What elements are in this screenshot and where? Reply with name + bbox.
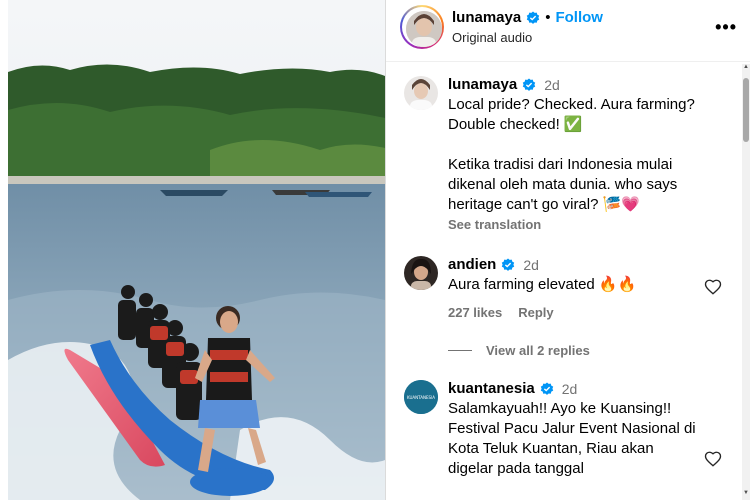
see-translation-link[interactable]: See translation	[448, 217, 698, 232]
post-media[interactable]	[0, 0, 385, 500]
scroll-down-icon[interactable]: ▼	[742, 490, 750, 496]
more-options-icon[interactable]: •••	[715, 17, 737, 38]
banana-boat-video-frame	[8, 0, 385, 500]
view-replies-label[interactable]: View all 2 replies	[486, 343, 590, 358]
scrollbar-thumb[interactable]	[743, 78, 749, 142]
caption-username[interactable]: lunamaya	[448, 76, 517, 93]
original-audio-link[interactable]: Original audio	[452, 30, 532, 45]
view-replies-link[interactable]: View all 2 replies	[448, 343, 590, 358]
kuantanesia-avatar[interactable]: KUANTANESIA	[404, 380, 438, 414]
scroll-up-icon[interactable]: ▲	[742, 64, 750, 70]
post-header: lunamaya • Follow Original audio •••	[386, 0, 750, 62]
post-details-panel: lunamaya • Follow Original audio ••• lun…	[385, 0, 750, 500]
verified-badge-icon	[522, 77, 536, 91]
caption-time[interactable]: 2d	[544, 77, 560, 93]
caption-text: Local pride? Checked. Aura farming? Doub…	[448, 96, 695, 213]
header-separator: •	[545, 9, 551, 26]
kuantanesia-avatar-text: KUANTANESIA	[407, 395, 435, 400]
comment-username[interactable]: kuantanesia	[448, 380, 535, 397]
replies-divider	[448, 350, 472, 351]
verified-badge-icon	[502, 257, 515, 271]
verified-badge-icon	[540, 381, 553, 395]
verified-badge-icon	[526, 10, 540, 24]
follow-button[interactable]: Follow	[555, 9, 603, 26]
andien-avatar[interactable]	[404, 256, 438, 290]
comment-time[interactable]: 2d	[523, 257, 539, 273]
caption-avatar[interactable]	[404, 76, 438, 110]
comment-time[interactable]: 2d	[562, 381, 578, 397]
post-author-username[interactable]: lunamaya	[452, 9, 521, 26]
lunamaya-avatar[interactable]	[406, 11, 442, 47]
heart-outline-icon[interactable]	[704, 450, 722, 468]
heart-outline-icon[interactable]	[704, 278, 722, 296]
comment-text: Salamkayuah!! Ayo ke Kuansing!! Festival…	[448, 400, 696, 477]
comment-text: Aura farming elevated 🔥🔥	[448, 276, 637, 293]
comment-likes[interactable]: 227 likes	[448, 305, 502, 320]
story-ring[interactable]	[400, 5, 444, 49]
reply-button[interactable]: Reply	[518, 305, 553, 320]
comment-username[interactable]: andien	[448, 256, 496, 273]
